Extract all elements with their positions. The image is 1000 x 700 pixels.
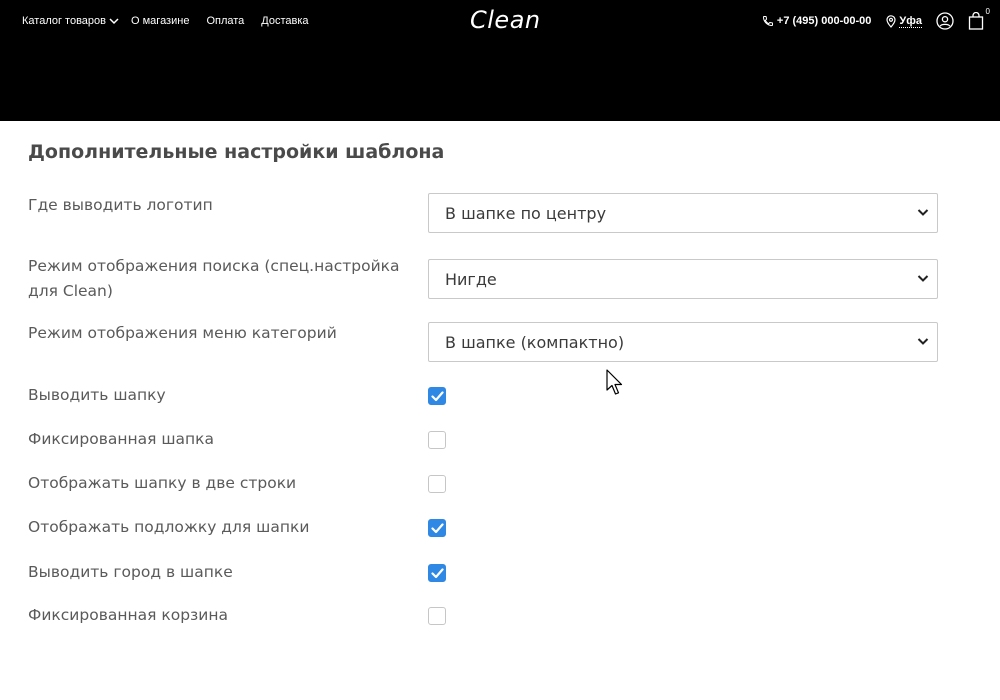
cart-icon [968,12,984,30]
user-account-button[interactable] [936,12,954,30]
phone-link[interactable]: +7 (495) 000-00-00 [762,15,871,27]
nav-catalog-label: Каталог товаров [22,15,106,27]
header-backdrop-checkbox[interactable] [428,519,446,537]
category-menu-mode-value: В шапке (компактно) [445,333,625,352]
logo[interactable]: Clean [470,6,541,34]
show-header-checkbox[interactable] [428,387,446,405]
logo-position-label: Где выводить логотип [28,196,213,214]
site-header: Каталог товаров О магазине Оплата Достав… [0,0,1000,121]
show-city-checkbox[interactable] [428,564,446,582]
two-row-header-label: Отображать шапку в две строки [28,474,297,492]
nav-delivery-label: Доставка [261,15,309,27]
mouse-cursor-icon [606,369,623,395]
search-mode-value: Нигде [445,270,497,289]
location-pin-icon [886,14,897,28]
header-actions: +7 (495) 000-00-00 Уфа 0 [762,7,990,30]
phone-icon [762,16,773,27]
nav-catalog[interactable]: Каталог товаров [22,15,119,27]
user-icon [936,12,954,30]
category-menu-mode-label: Режим отображения меню категорий [28,324,337,342]
nav-about-label: О магазине [131,15,190,27]
fixed-header-label: Фиксированная шапка [28,430,215,448]
cart-button[interactable]: 0 [968,7,990,30]
chevron-down-icon [917,209,929,216]
checkmark-icon [431,568,444,579]
settings-title: Дополнительные настройки шаблона [28,141,445,163]
nav-payment[interactable]: Оплата [206,15,244,27]
cart-count-badge: 0 [985,7,990,16]
city-name: Уфа [899,14,922,28]
checkmark-icon [431,391,444,402]
show-header-label: Выводить шапку [28,386,166,404]
main-nav: Каталог товаров О магазине Оплата Достав… [22,15,326,27]
fixed-cart-checkbox[interactable] [428,607,446,625]
logo-position-select[interactable]: В шапке по центру [428,193,938,233]
chevron-down-icon [917,275,929,282]
chevron-down-icon [917,338,929,345]
show-city-label: Выводить город в шапке [28,563,233,581]
header-backdrop-label: Отображать подложку для шапки [28,518,310,536]
city-selector[interactable]: Уфа [886,15,922,28]
nav-delivery[interactable]: Доставка [261,15,308,27]
search-mode-label: Режим отображения поиска (спец.настройка… [28,257,400,300]
logo-position-value: В шапке по центру [445,204,607,223]
nav-about[interactable]: О магазине [131,15,189,27]
checkmark-icon [431,523,444,534]
fixed-header-checkbox[interactable] [428,431,446,449]
search-mode-select[interactable]: Нигде [428,259,938,299]
category-menu-mode-select[interactable]: В шапке (компактно) [428,322,938,362]
fixed-cart-label: Фиксированная корзина [28,606,228,624]
nav-payment-label: Оплата [206,15,245,27]
chevron-down-icon [109,17,119,24]
phone-number: +7 (495) 000-00-00 [776,15,872,27]
two-row-header-checkbox[interactable] [428,475,446,493]
